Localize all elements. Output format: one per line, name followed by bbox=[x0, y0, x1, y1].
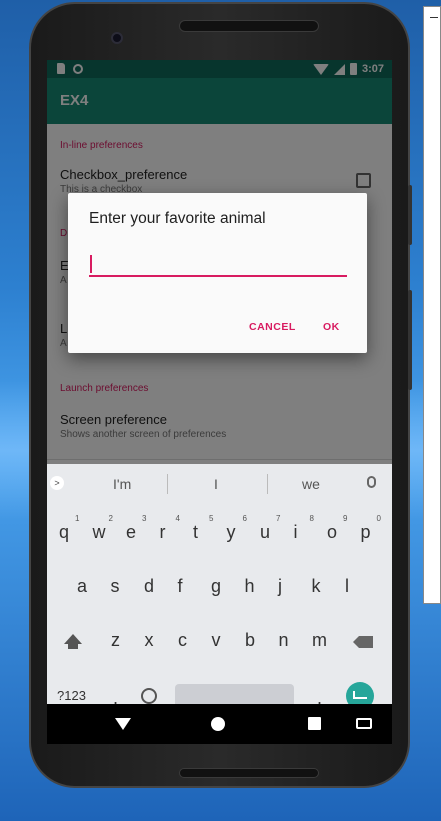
key-o[interactable]: o bbox=[327, 522, 337, 543]
dialog-title: Enter your favorite animal bbox=[89, 210, 266, 227]
power-button[interactable] bbox=[408, 185, 412, 245]
suggestion-divider bbox=[267, 474, 268, 494]
animal-dialog: Enter your favorite animal CANCEL OK bbox=[68, 193, 367, 353]
key-l[interactable]: l bbox=[345, 576, 349, 597]
phone-screen: 3:07 EX4 In-line preferences Checkbox_pr… bbox=[47, 60, 392, 744]
key-hint: 0 bbox=[376, 514, 381, 523]
key-b[interactable]: b bbox=[245, 630, 255, 651]
chevron-right-icon[interactable]: > bbox=[50, 476, 64, 490]
volume-button[interactable] bbox=[408, 290, 412, 390]
bottom-speaker bbox=[179, 768, 319, 778]
shift-icon[interactable] bbox=[64, 634, 82, 644]
key-r[interactable]: r bbox=[160, 522, 166, 543]
suggestion-strip: > I'm I we bbox=[47, 464, 392, 504]
key-q[interactable]: q bbox=[59, 522, 69, 543]
camera-icon bbox=[111, 32, 123, 44]
key-hint: 9 bbox=[343, 514, 348, 523]
key-hint: 5 bbox=[209, 514, 214, 523]
recents-icon[interactable] bbox=[308, 717, 321, 730]
backspace-icon[interactable] bbox=[353, 636, 373, 648]
key-z[interactable]: z bbox=[111, 630, 120, 651]
key-hint: 8 bbox=[309, 514, 314, 523]
key-t[interactable]: t bbox=[193, 522, 198, 543]
key-d[interactable]: d bbox=[144, 576, 154, 597]
animal-input[interactable] bbox=[89, 253, 347, 277]
key-s[interactable]: s bbox=[111, 576, 120, 597]
navigation-bar bbox=[47, 704, 392, 744]
key-j[interactable]: j bbox=[278, 576, 282, 597]
suggestion-divider bbox=[167, 474, 168, 494]
key-hint: 3 bbox=[142, 514, 147, 523]
symbols-key[interactable]: ?123 bbox=[57, 688, 86, 703]
key-hint: 6 bbox=[242, 514, 247, 523]
key-g[interactable]: g bbox=[211, 576, 221, 597]
dash-icon bbox=[430, 17, 438, 18]
key-p[interactable]: p bbox=[361, 522, 371, 543]
key-h[interactable]: h bbox=[245, 576, 255, 597]
suggestion-1[interactable]: I'm bbox=[113, 476, 131, 492]
back-icon[interactable] bbox=[115, 718, 131, 730]
key-hint: 7 bbox=[276, 514, 281, 523]
key-n[interactable]: n bbox=[279, 630, 289, 651]
home-icon[interactable] bbox=[211, 717, 225, 731]
keyboard-switch-icon[interactable] bbox=[356, 718, 372, 729]
key-c[interactable]: c bbox=[178, 630, 187, 651]
suggestion-3[interactable]: we bbox=[302, 476, 320, 492]
key-v[interactable]: v bbox=[212, 630, 221, 651]
background-window[interactable] bbox=[423, 6, 441, 604]
key-x[interactable]: x bbox=[145, 630, 154, 651]
suggestion-2[interactable]: I bbox=[214, 476, 218, 492]
key-hint: 2 bbox=[108, 514, 113, 523]
key-e[interactable]: e bbox=[126, 522, 136, 543]
key-y[interactable]: y bbox=[227, 522, 236, 543]
cancel-button[interactable]: CANCEL bbox=[249, 321, 296, 333]
ok-button[interactable]: OK bbox=[323, 321, 340, 333]
shift-stem bbox=[68, 644, 78, 649]
key-i[interactable]: i bbox=[294, 522, 298, 543]
key-hint: 1 bbox=[75, 514, 80, 523]
key-a[interactable]: a bbox=[77, 576, 87, 597]
key-hint: 4 bbox=[175, 514, 180, 523]
enter-arrow-icon bbox=[353, 691, 367, 699]
top-speaker bbox=[179, 20, 319, 32]
text-caret bbox=[90, 255, 92, 273]
key-m[interactable]: m bbox=[312, 630, 327, 651]
key-w[interactable]: w bbox=[93, 522, 106, 543]
soft-keyboard: > I'm I we ?123 , . q1w2e3r4t5y6u7i8o9p0… bbox=[47, 464, 392, 710]
emoji-icon[interactable] bbox=[141, 688, 157, 704]
microphone-icon[interactable] bbox=[367, 476, 376, 488]
key-k[interactable]: k bbox=[312, 576, 321, 597]
key-u[interactable]: u bbox=[260, 522, 270, 543]
key-f[interactable]: f bbox=[178, 576, 183, 597]
